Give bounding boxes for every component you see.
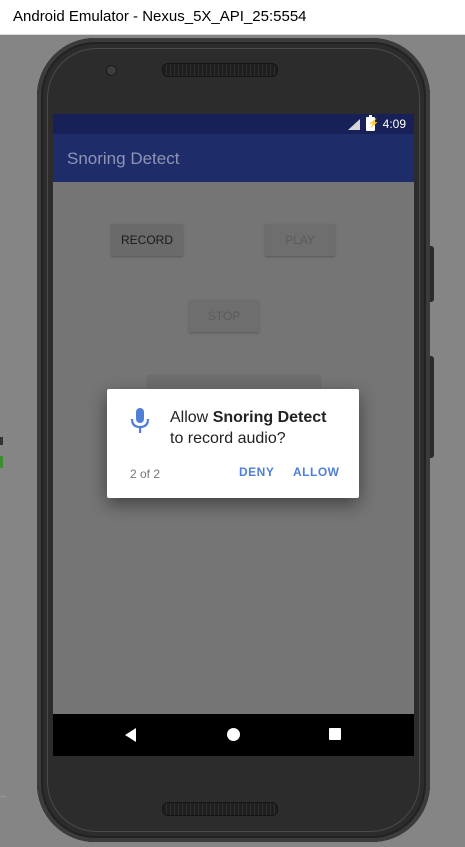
edge-line bbox=[0, 796, 6, 797]
speaker-icon bbox=[162, 63, 278, 77]
signal-icon bbox=[348, 119, 360, 130]
play-button[interactable]: PLAY bbox=[265, 224, 335, 256]
volume-button[interactable] bbox=[430, 356, 434, 458]
recents-icon[interactable] bbox=[329, 728, 341, 740]
app-name: Snoring Detect bbox=[212, 409, 327, 426]
app-toolbar: Snoring Detect bbox=[53, 134, 414, 182]
window-title: Android Emulator - Nexus_5X_API_25:5554 bbox=[13, 8, 307, 25]
battery-charging-icon: ⚡ bbox=[366, 115, 379, 131]
window-titlebar: Android Emulator - Nexus_5X_API_25:5554 bbox=[0, 0, 465, 35]
edge-fragment-green bbox=[0, 456, 3, 468]
allow-button[interactable]: ALLOW bbox=[293, 465, 340, 479]
deny-button[interactable]: DENY bbox=[239, 465, 274, 479]
app-title: Snoring Detect bbox=[67, 149, 180, 168]
back-icon[interactable] bbox=[125, 728, 136, 742]
power-button[interactable] bbox=[430, 246, 434, 302]
status-bar: ⚡ 4:09 bbox=[53, 114, 414, 134]
home-icon[interactable] bbox=[227, 728, 240, 741]
camera-icon bbox=[106, 65, 117, 76]
speaker-icon bbox=[162, 802, 278, 816]
message-suffix: to record audio? bbox=[170, 430, 286, 447]
stop-button[interactable]: STOP bbox=[189, 300, 259, 332]
navigation-bar bbox=[53, 714, 414, 756]
microphone-icon bbox=[130, 408, 150, 433]
permission-dialog: Allow Snoring Detect to record audio? 2 o… bbox=[107, 389, 359, 498]
record-button[interactable]: RECORD bbox=[111, 224, 183, 256]
permission-counter: 2 of 2 bbox=[130, 467, 161, 481]
edge-fragment bbox=[0, 437, 3, 445]
status-time: 4:09 bbox=[382, 117, 406, 131]
message-prefix: Allow bbox=[170, 409, 213, 426]
permission-message: Allow Snoring Detect to record audio? bbox=[170, 407, 350, 449]
